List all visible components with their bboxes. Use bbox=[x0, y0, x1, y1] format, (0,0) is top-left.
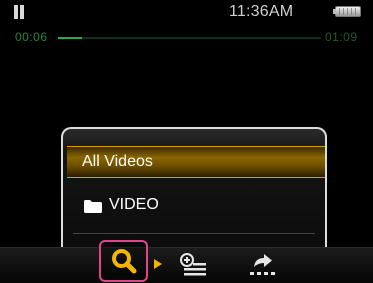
video-menu-panel: All Videos VIDEO bbox=[61, 127, 327, 257]
progress-bar[interactable] bbox=[58, 37, 321, 39]
menu-item-all-videos[interactable]: All Videos bbox=[67, 146, 325, 178]
pause-icon[interactable] bbox=[13, 5, 25, 19]
battery-icon bbox=[333, 6, 363, 18]
menu-item-video-folder[interactable]: VIDEO bbox=[67, 191, 325, 223]
search-icon bbox=[112, 249, 137, 274]
menu-item-label: VIDEO bbox=[109, 196, 159, 213]
add-to-playlist-icon[interactable] bbox=[178, 252, 208, 276]
bottom-toolbar bbox=[0, 240, 373, 283]
share-icon[interactable] bbox=[247, 251, 277, 277]
search-button[interactable] bbox=[99, 240, 148, 282]
total-time: 01:09 bbox=[325, 30, 358, 44]
panel-divider bbox=[73, 233, 315, 234]
clock-time: 11:36AM bbox=[229, 3, 294, 20]
progress-fill bbox=[58, 37, 82, 39]
folder-icon bbox=[84, 200, 102, 213]
elapsed-time: 00:06 bbox=[15, 30, 48, 44]
arrow-right-icon bbox=[154, 259, 162, 269]
menu-item-label: All Videos bbox=[82, 153, 153, 170]
